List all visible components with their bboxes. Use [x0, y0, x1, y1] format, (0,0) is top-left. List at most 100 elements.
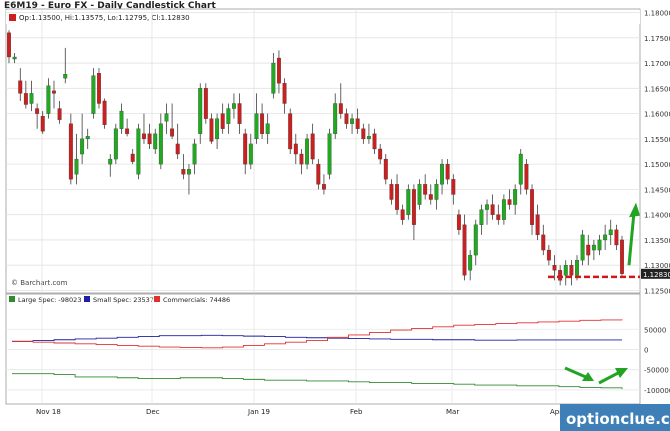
candle-body — [12, 56, 17, 60]
candle-body — [563, 265, 568, 276]
watermark: © Barchart.com — [11, 279, 68, 287]
candle-body — [586, 244, 591, 256]
candle-body — [265, 123, 270, 134]
price-tick-label: 1.14000 — [644, 212, 670, 220]
chart-root: E6M19 - Euro FX - Daily Candlestick Char… — [0, 0, 670, 431]
candle-body — [428, 194, 433, 200]
candle-body — [406, 189, 411, 215]
candle-body — [501, 199, 506, 220]
candle-body — [170, 128, 175, 137]
x-tick-label: Dec — [146, 408, 160, 416]
candle-body — [147, 133, 152, 145]
cot-legend-swatch — [9, 296, 15, 302]
price-tick-label: 1.16500 — [644, 85, 670, 93]
candle-body — [18, 80, 23, 94]
candle-body — [591, 244, 596, 251]
candle-body — [220, 113, 225, 129]
x-tick-label: Nov 18 — [36, 408, 61, 416]
candle-body — [226, 108, 231, 124]
candle-body — [232, 103, 236, 109]
candle-body — [395, 184, 399, 210]
candle-body — [46, 85, 51, 114]
cot-legend-swatch — [154, 296, 160, 302]
candle-body — [136, 128, 141, 175]
candle-body — [434, 184, 439, 200]
candle-body — [608, 229, 613, 236]
candle-body — [400, 209, 405, 220]
candle-body — [310, 133, 315, 160]
candle-body — [440, 163, 444, 185]
candle-body — [333, 103, 338, 134]
cot-legend-label: Small Spec: 23537 — [93, 296, 154, 304]
candle-body — [68, 123, 73, 180]
candle-body — [198, 88, 203, 134]
price-tick-label: 1.12500 — [644, 287, 670, 295]
candle-body — [350, 118, 355, 124]
candle-body — [91, 75, 96, 114]
candle-body — [552, 265, 557, 271]
candle-body — [288, 113, 293, 150]
candle-body — [541, 234, 546, 251]
candle-body — [327, 133, 332, 175]
candle-body — [57, 108, 62, 120]
candle-body — [389, 184, 394, 200]
price-tick-label: 1.17500 — [644, 35, 670, 43]
candle-body — [411, 189, 416, 225]
candle-body — [423, 184, 428, 195]
candle-body — [366, 136, 371, 140]
price-plot-frame — [5, 8, 641, 294]
ohlc-legend-swatch — [9, 14, 16, 21]
candle-body — [158, 123, 163, 165]
cot-plot-frame — [5, 293, 641, 405]
candle-body — [417, 184, 422, 205]
candle-body — [125, 128, 130, 134]
price-tick-label: 1.13500 — [644, 237, 670, 245]
candle-body — [597, 239, 602, 251]
candle-body — [80, 138, 85, 155]
candle-body — [338, 103, 343, 114]
candle-body — [490, 204, 495, 215]
candle-body — [271, 62, 276, 94]
candle-body — [74, 158, 79, 175]
candle-body — [40, 115, 45, 132]
candle-body — [445, 163, 450, 180]
price-tick-label: 1.17000 — [644, 60, 670, 68]
candle-body — [7, 32, 11, 58]
candle-body — [29, 93, 34, 104]
cot-tick-label: -100000 — [644, 387, 670, 395]
candle-body — [130, 153, 135, 162]
candle-body — [603, 234, 608, 241]
candle-body — [535, 214, 540, 236]
candle-body — [23, 93, 28, 105]
candle-body — [35, 108, 40, 114]
candle-body — [282, 83, 287, 104]
candle-body — [530, 189, 534, 225]
candle-body — [518, 153, 523, 185]
candle-body — [52, 90, 56, 94]
candle-body — [614, 229, 619, 246]
candle-body — [260, 113, 265, 134]
candle-body — [293, 143, 298, 155]
candle-body — [164, 113, 169, 122]
cot-tick-label: 0 — [644, 346, 648, 354]
candle-body — [276, 57, 281, 84]
candle-body — [248, 143, 253, 165]
candle-body — [462, 224, 467, 276]
price-tick-label: 1.15000 — [644, 161, 670, 169]
cot-legend-label: Commercials: 74486 — [163, 296, 230, 304]
candle-body — [153, 133, 158, 150]
price-tick-label: 1.18000 — [644, 10, 670, 18]
candle-body — [203, 88, 208, 119]
brand-label: optionclue.com — [566, 410, 670, 428]
ohlc-readout: Op:1.13500, Hi:1.13575, Lo:1.12795, Cl:1… — [19, 14, 190, 22]
candle-body — [209, 118, 214, 142]
candle-body — [361, 128, 366, 140]
candle-body — [620, 239, 624, 274]
cot-tick-label: 50000 — [644, 326, 666, 334]
candle-body — [456, 214, 461, 230]
candle-body — [181, 169, 186, 175]
candle-body — [507, 199, 512, 205]
candle-body — [63, 74, 68, 79]
candle-body — [378, 148, 383, 160]
candle-body — [108, 158, 113, 165]
